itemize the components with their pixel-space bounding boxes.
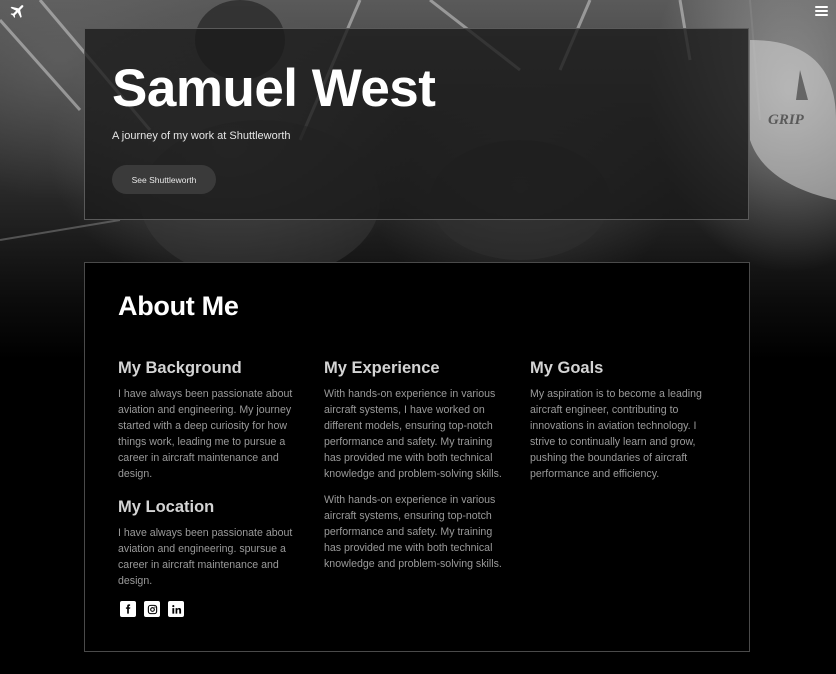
hamburger-menu-icon[interactable]	[815, 6, 828, 17]
location-text: I have always been passionate about avia…	[118, 527, 293, 587]
experience-column: My Experience With hands-on experience i…	[324, 358, 508, 582]
hero-card: Samuel West A journey of my work at Shut…	[84, 28, 749, 220]
goals-column: My Goals My aspiration is to become a le…	[530, 358, 716, 492]
background-heading: My Background	[118, 359, 242, 377]
hero-subtitle: A journey of my work at Shuttleworth	[112, 130, 291, 142]
about-section: About Me My Background I have always bee…	[84, 262, 750, 652]
see-shuttleworth-button[interactable]: See Shuttleworth	[112, 165, 216, 194]
hero-title: Samuel West	[112, 59, 436, 118]
experience-text-2: With hands-on experience in various airc…	[324, 494, 502, 570]
linkedin-icon[interactable]	[168, 601, 184, 617]
location-column: My Location I have always been passionat…	[118, 497, 302, 599]
goals-text: My aspiration is to become a leading air…	[530, 388, 702, 480]
grip-label: GRIP	[768, 112, 805, 128]
experience-heading: My Experience	[324, 359, 440, 377]
about-title: About Me	[118, 291, 239, 321]
goals-heading: My Goals	[530, 359, 604, 377]
background-column: My Background I have always been passion…	[118, 358, 302, 492]
experience-text-1: With hands-on experience in various airc…	[324, 388, 502, 480]
background-text: I have always been passionate about avia…	[118, 388, 293, 480]
instagram-icon[interactable]	[144, 601, 160, 617]
location-heading: My Location	[118, 498, 215, 516]
airplane-logo-icon[interactable]	[9, 2, 27, 20]
social-links	[120, 601, 184, 617]
facebook-icon[interactable]	[120, 601, 136, 617]
